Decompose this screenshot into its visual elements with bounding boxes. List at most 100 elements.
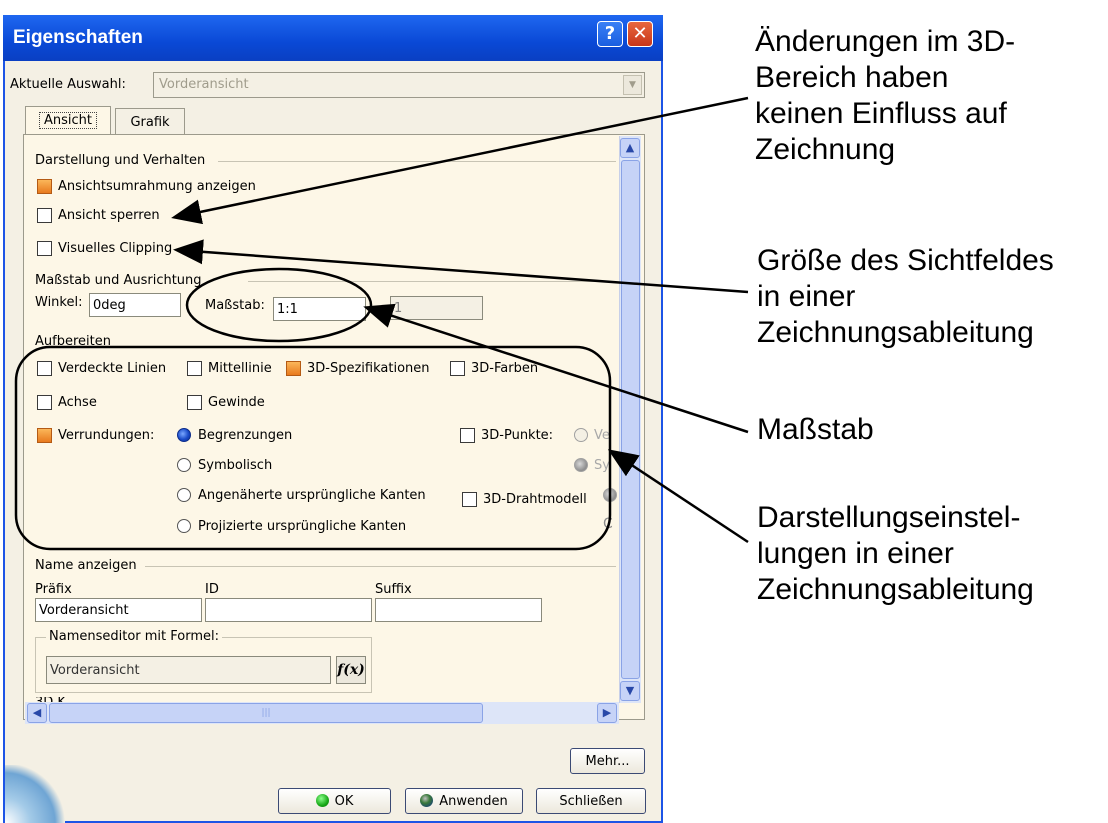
axis-label: Achse	[58, 395, 97, 410]
scrollbar-thumb[interactable]	[621, 160, 640, 679]
ok-label: OK	[334, 794, 354, 809]
lock-view-checkbox[interactable]	[37, 208, 52, 223]
name-group-title: Name anzeigen	[35, 558, 137, 573]
points-radio-1[interactable]	[574, 428, 588, 442]
fillet-projected-label: Projizierte ursprüngliche Kanten	[198, 519, 407, 534]
scroll-left-icon[interactable]: ◀	[27, 703, 47, 723]
fillets-checkbox[interactable]	[37, 428, 52, 443]
points3d-checkbox[interactable]	[460, 428, 475, 443]
divider	[218, 161, 616, 162]
annotation-field-of-view: Größe des Sichtfeldes in einer Zeichnung…	[757, 243, 1054, 351]
frame-checkbox[interactable]	[37, 179, 52, 194]
scale-input[interactable]: 1:1	[273, 297, 366, 321]
annotation-line: Größe des Sichtfeldes	[757, 244, 1054, 277]
fillet-boundaries-label: Begrenzungen	[198, 428, 293, 443]
tab-grafik-label: Grafik	[130, 115, 170, 130]
scale-numeric-field: 1	[390, 296, 483, 320]
wireframe3d-label: 3D-Drahtmodell	[483, 492, 587, 507]
scroll-down-icon[interactable]: ▼	[620, 681, 640, 701]
scale-label: Maßstab:	[205, 298, 265, 313]
tab-ansicht-label: Ansicht	[38, 112, 97, 129]
dialog-title: Eigenschaften	[13, 27, 143, 48]
points-radio-2[interactable]	[574, 458, 588, 472]
colors3d-checkbox[interactable]	[450, 361, 465, 376]
id-label: ID	[205, 582, 219, 597]
colors3d-label: 3D-Farben	[471, 361, 539, 376]
suffix-label: Suffix	[375, 582, 412, 597]
apply-button[interactable]: Anwenden	[405, 788, 523, 814]
annotation-display-settings: Darstellungseinstel- lungen in einer Zei…	[757, 500, 1034, 608]
annotation-3d-changes: Änderungen im 3D- Bereich haben keinen E…	[755, 24, 1015, 168]
hidden-lines-checkbox[interactable]	[37, 361, 52, 376]
equals-sign: =	[373, 301, 385, 317]
wireframe-radio-1[interactable]	[603, 488, 617, 502]
prefix-input[interactable]: Vorderansicht	[35, 598, 202, 622]
tab-grafik[interactable]: Grafik	[115, 108, 185, 136]
prep-group-title: Aufbereiten	[35, 334, 111, 349]
points3d-label: 3D-Punkte:	[481, 428, 554, 443]
display-group-title: Darstellung und Verhalten	[35, 153, 206, 168]
clipping-checkbox[interactable]	[37, 241, 52, 256]
horizontal-scrollbar[interactable]: ◀ ||| ▶	[25, 702, 619, 724]
more-button[interactable]: Mehr...	[570, 748, 645, 774]
fillet-approx-radio[interactable]	[177, 488, 191, 502]
annotation-line: Änderungen im 3D-	[755, 25, 1016, 58]
chevron-down-icon[interactable]: ▼	[623, 75, 642, 95]
vertical-scrollbar[interactable]: ▲ ▼	[619, 136, 641, 703]
tab-ansicht[interactable]: Ansicht	[25, 106, 111, 136]
wireframe-radio-2-label: C	[603, 516, 613, 532]
close-button[interactable]: Schließen	[536, 788, 646, 814]
fillet-symbolic-radio[interactable]	[177, 458, 191, 472]
apply-label: Anwenden	[439, 794, 508, 809]
ok-button[interactable]: OK	[278, 788, 391, 814]
suffix-input[interactable]	[375, 598, 542, 622]
selection-label: Aktuelle Auswahl:	[10, 77, 126, 92]
annotation-line: keinen Einfluss auf	[755, 97, 1007, 130]
clipping-label: Visuelles Clipping	[58, 241, 173, 256]
annotation-line: lungen in einer	[757, 537, 954, 570]
fx-icon: f(x)	[337, 662, 365, 678]
id-input[interactable]	[205, 598, 372, 622]
annotation-line: Bereich haben	[755, 61, 949, 94]
annotation-line: Maßstab	[757, 413, 874, 446]
lock-view-label: Ansicht sperren	[58, 208, 160, 223]
fillet-projected-radio[interactable]	[177, 519, 191, 533]
ok-icon	[315, 794, 329, 807]
centerline-checkbox[interactable]	[187, 361, 202, 376]
selection-dropdown[interactable]: Vorderansicht ▼	[153, 72, 645, 98]
axis-checkbox[interactable]	[37, 395, 52, 410]
angle-label: Winkel:	[35, 295, 83, 310]
help-button[interactable]: ?	[597, 21, 623, 47]
thread-label: Gewinde	[208, 395, 265, 410]
hidden-lines-label: Verdeckte Linien	[58, 361, 167, 376]
hscroll-thumb[interactable]: |||	[49, 703, 483, 723]
spec3d-checkbox[interactable]	[286, 361, 301, 376]
fillet-symbolic-label: Symbolisch	[198, 458, 273, 473]
divider	[145, 566, 616, 567]
angle-input[interactable]: 0deg	[89, 293, 181, 317]
formula-button[interactable]: f(x)	[336, 656, 366, 684]
apply-icon	[420, 794, 434, 807]
prefix-label: Präfix	[35, 582, 72, 597]
fillet-boundaries-radio[interactable]	[177, 428, 191, 442]
close-window-button[interactable]: ✕	[627, 21, 653, 47]
selection-value: Vorderansicht	[159, 77, 249, 92]
scroll-right-icon[interactable]: ▶	[597, 703, 617, 723]
dialog-titlebar[interactable]: Eigenschaften	[3, 15, 663, 61]
wireframe3d-checkbox[interactable]	[462, 492, 477, 507]
annotation-line: Zeichnungsableitung	[757, 573, 1034, 606]
points-radio-1-label: Ve	[594, 428, 610, 443]
name-editor-input[interactable]: Vorderansicht	[46, 656, 331, 684]
points-radio-2-label: Sy	[594, 458, 610, 473]
name-editor-title: Namenseditor mit Formel:	[46, 629, 222, 644]
annotation-scale: Maßstab	[757, 412, 874, 448]
scroll-up-icon[interactable]: ▲	[620, 138, 640, 158]
scale-group-title: Maßstab und Ausrichtung	[35, 273, 202, 288]
annotation-line: Darstellungseinstel-	[757, 501, 1021, 534]
app-logo-icon	[5, 765, 65, 823]
thread-checkbox[interactable]	[187, 395, 202, 410]
annotation-line: in einer	[757, 280, 856, 313]
centerline-label: Mittellinie	[208, 361, 272, 376]
fillet-approx-label: Angenäherte ursprüngliche Kanten	[198, 488, 426, 503]
divider	[248, 281, 616, 282]
